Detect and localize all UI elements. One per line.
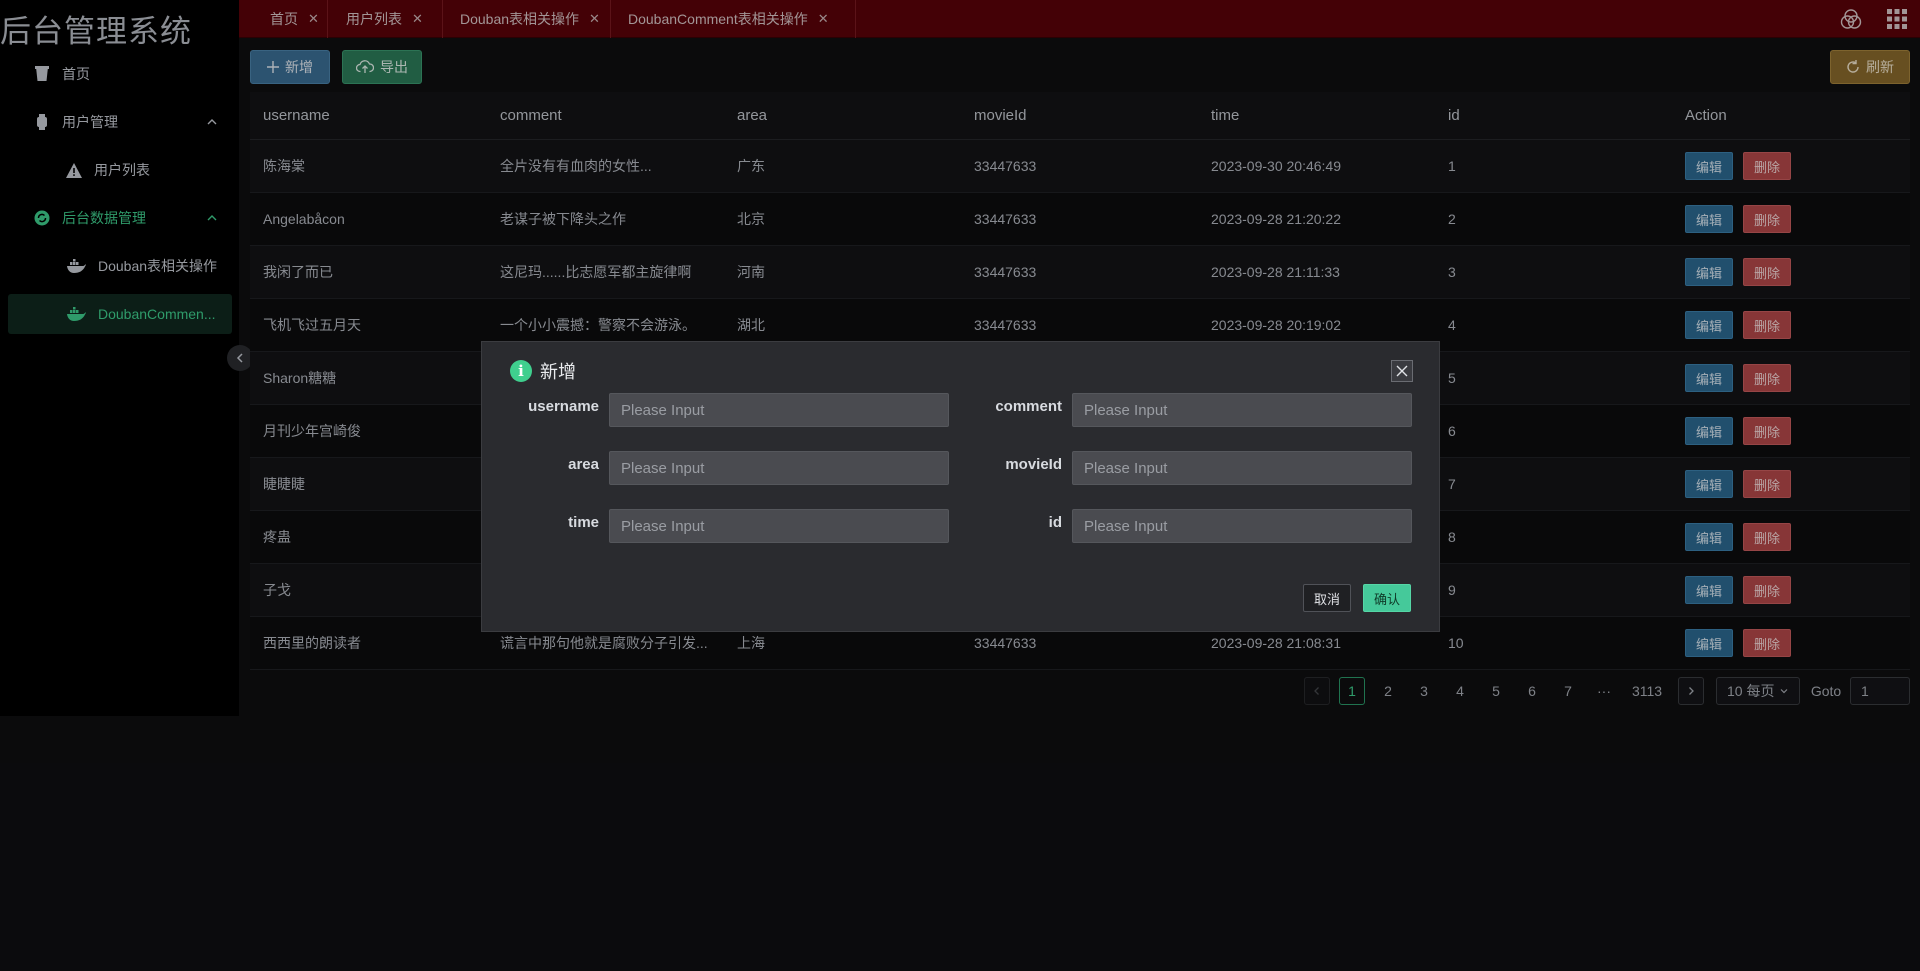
add-dialog: i 新增 username comment area movieId time … [481,341,1440,632]
confirm-button[interactable]: 确认 [1363,584,1411,612]
id-field[interactable] [1072,509,1412,543]
dialog-title: i 新增 [510,358,576,384]
comment-label: comment [995,398,1062,415]
comment-field[interactable] [1072,393,1412,427]
movieid-field[interactable] [1072,451,1412,485]
cancel-button[interactable]: 取消 [1303,584,1351,612]
info-icon: i [510,360,532,382]
close-icon [1396,365,1408,377]
username-field[interactable] [609,393,949,427]
movieid-label: movieId [1005,456,1062,473]
username-label: username [528,398,599,415]
id-label: id [1048,514,1062,531]
dialog-title-text: 新增 [540,362,576,383]
time-label: time [568,514,599,531]
area-field[interactable] [609,451,949,485]
dialog-close-button[interactable] [1391,360,1413,382]
time-field[interactable] [609,509,949,543]
area-label: area [568,456,599,473]
